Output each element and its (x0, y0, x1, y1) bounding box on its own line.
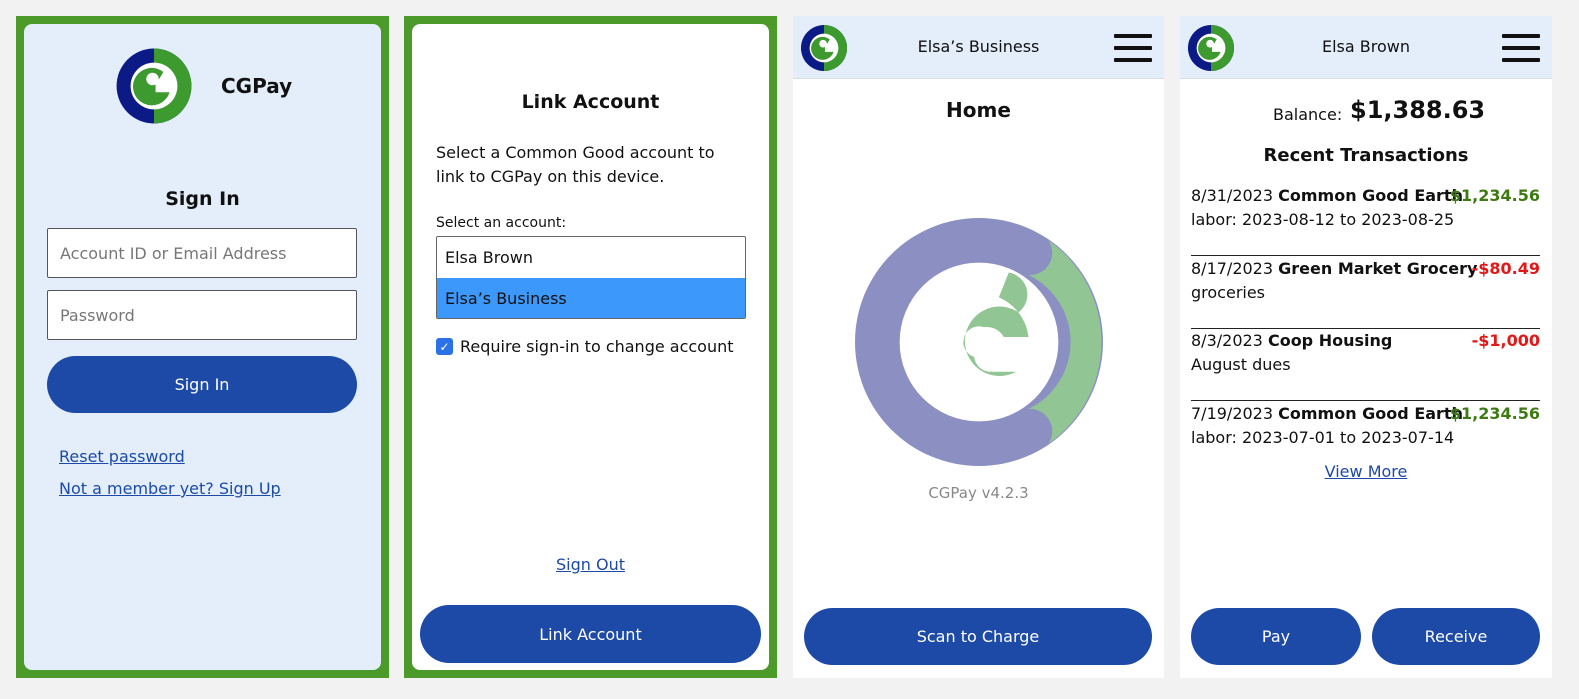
link-account-button[interactable]: Link Account (420, 605, 761, 663)
tx-desc: August dues (1191, 355, 1291, 374)
tx-amount: -$80.49 (1471, 259, 1540, 278)
password-input[interactable]: Password (47, 290, 357, 340)
transaction-row[interactable]: 8/17/2023 Green Market Grocery -$80.49 g… (1191, 257, 1540, 329)
balance-value: $1,388.63 (1350, 96, 1486, 124)
tx-desc: groceries (1191, 283, 1266, 302)
tx-date: 7/19/2023 (1191, 404, 1274, 423)
signup-link[interactable]: Not a member yet? Sign Up (59, 479, 281, 498)
require-signin-checkbox[interactable]: ✓ (436, 338, 453, 355)
tx-date: 8/3/2023 (1191, 331, 1263, 350)
view-more-link[interactable]: View More (1180, 462, 1552, 481)
link-account-screen: Link Account Select a Common Good accoun… (404, 16, 777, 678)
balance-label: Balance: (1273, 105, 1343, 124)
brand-name: CGPay (221, 74, 293, 98)
signin-button[interactable]: Sign In (47, 356, 357, 413)
account-option[interactable]: Elsa Brown (437, 237, 745, 278)
account-select[interactable]: Elsa Brown Elsa’s Business (436, 236, 746, 319)
tx-desc: labor: 2023-08-12 to 2023-08-25 (1191, 210, 1455, 229)
tx-desc: labor: 2023-07-01 to 2023-07-14 (1191, 428, 1455, 447)
select-label: Select an account: (436, 215, 567, 231)
pay-button[interactable]: Pay (1191, 608, 1361, 665)
tx-amount: $1,234.56 (1449, 186, 1540, 205)
signout-link[interactable]: Sign Out (412, 555, 769, 574)
transaction-row[interactable]: 8/3/2023 Coop Housing -$1,000 August due… (1191, 329, 1540, 401)
tx-date: 8/31/2023 (1191, 186, 1274, 205)
tx-amount: $1,234.56 (1449, 404, 1540, 423)
hamburger-menu-icon[interactable] (1502, 34, 1540, 62)
tx-amount: -$1,000 (1471, 331, 1540, 350)
tx-date: 8/17/2023 (1191, 259, 1274, 278)
app-header: Elsa Brown (1180, 16, 1552, 79)
account-id-input[interactable]: Account ID or Email Address (47, 228, 357, 278)
version-text: CGPay v4.2.3 (928, 484, 1029, 502)
cg-logo-icon (115, 47, 193, 125)
tx-party: Coop Housing (1267, 331, 1393, 350)
tx-party: Common Good Earth (1278, 186, 1463, 205)
page-title: Link Account (521, 91, 660, 113)
tx-party: Green Market Grocery (1278, 259, 1478, 278)
transaction-row[interactable]: 8/31/2023 Common Good Earth $1,234.56 la… (1191, 184, 1540, 256)
recent-transactions-title: Recent Transactions (1263, 145, 1469, 166)
link-account-card: Link Account Select a Common Good accoun… (412, 24, 769, 670)
cg-logo-icon (855, 218, 1103, 466)
account-option-selected[interactable]: Elsa’s Business (437, 278, 745, 318)
page-title: Sign In (165, 188, 240, 210)
scan-to-charge-button[interactable]: Scan to Charge (804, 608, 1152, 665)
checkbox-label: Require sign-in to change account (460, 337, 734, 356)
receive-button[interactable]: Receive (1372, 608, 1540, 665)
signin-card: CGPay Sign In Account ID or Email Addres… (24, 24, 381, 670)
header-title: Elsa Brown (1322, 37, 1410, 56)
tx-party: Common Good Earth (1278, 404, 1463, 423)
description-text: Select a Common Good account to link to … (436, 143, 715, 186)
page-title: Home (946, 98, 1011, 122)
hamburger-menu-icon[interactable] (1114, 34, 1152, 62)
app-header: Elsa’s Business (793, 16, 1164, 79)
reset-password-link[interactable]: Reset password (59, 447, 185, 466)
checkbox-checked-icon: ✓ (439, 339, 450, 354)
signin-screen: CGPay Sign In Account ID or Email Addres… (16, 16, 389, 678)
header-title: Elsa’s Business (917, 37, 1040, 56)
home-screen: Elsa’s Business Home CGPay v4.2.3 Scan t… (793, 16, 1164, 678)
account-screen: Elsa Brown Balance: $1,388.63 Recent Tra… (1180, 16, 1552, 678)
